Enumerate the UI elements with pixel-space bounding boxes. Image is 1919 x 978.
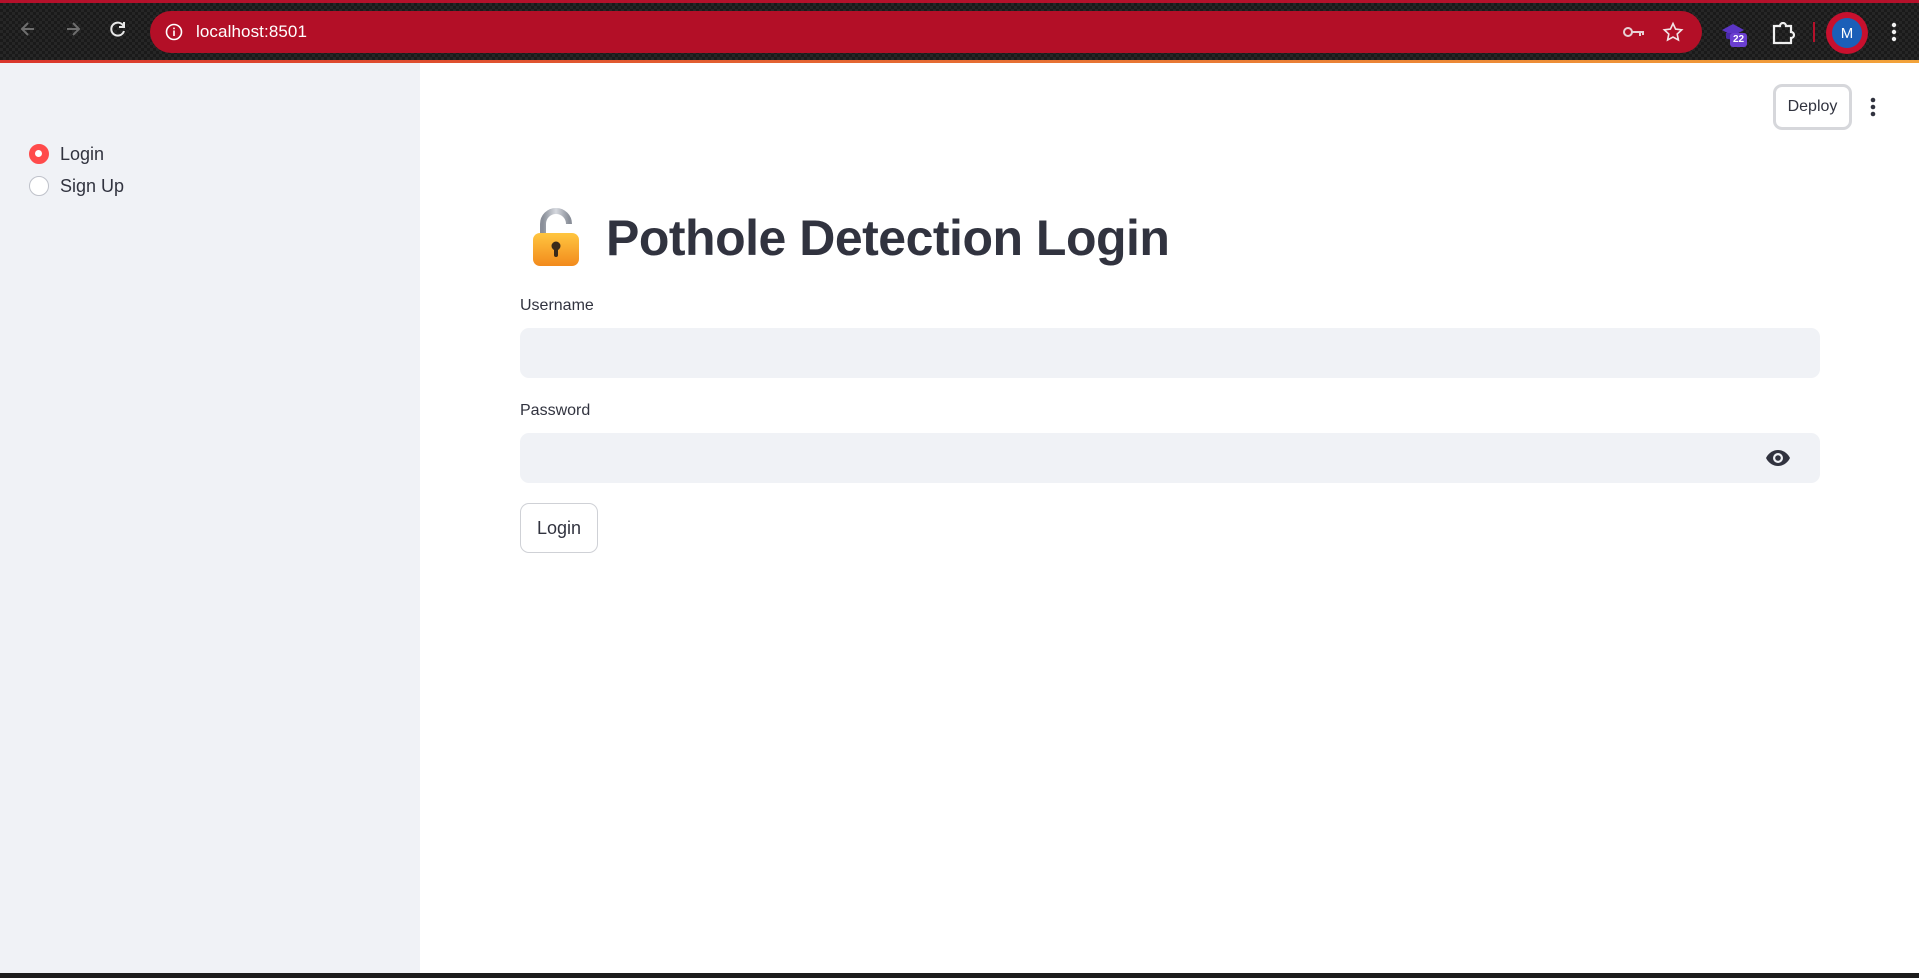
radio-button[interactable]: [29, 176, 49, 196]
username-input[interactable]: [520, 328, 1820, 378]
auth-mode-radio-group: Login Sign Up: [29, 138, 124, 202]
url-text[interactable]: localhost:8501: [196, 22, 307, 42]
address-bar[interactable]: localhost:8501: [150, 11, 1702, 53]
app-menu-icon[interactable]: [1862, 95, 1884, 119]
radio-label: Login: [60, 143, 105, 164]
toolbar-separator: [1813, 22, 1815, 42]
reload-icon: [110, 21, 125, 37]
password-input[interactable]: [520, 433, 1820, 483]
username-label: Username: [520, 297, 594, 314]
eye-icon[interactable]: [1765, 447, 1791, 469]
page-title: Pothole Detection Login: [606, 210, 1170, 266]
star-icon[interactable]: [1662, 21, 1684, 43]
radio-option-login[interactable]: Login: [29, 138, 124, 170]
main-content: [420, 63, 1919, 973]
back-button[interactable]: [13, 14, 43, 44]
browser-menu-icon[interactable]: [1884, 20, 1904, 44]
page-title-row: Pothole Detection Login: [530, 208, 1170, 268]
reload-button[interactable]: [103, 14, 133, 44]
forward-button[interactable]: [58, 14, 88, 44]
info-icon[interactable]: [164, 22, 184, 42]
login-button[interactable]: Login: [520, 503, 598, 553]
puzzle-icon[interactable]: [1768, 17, 1798, 47]
key-icon[interactable]: [1622, 22, 1646, 42]
profile-avatar[interactable]: M: [1826, 12, 1868, 54]
password-label: Password: [520, 402, 591, 419]
radio-option-sign-up[interactable]: Sign Up: [29, 170, 124, 202]
bottom-edge: [0, 973, 1919, 978]
profile-initial: M: [1832, 18, 1862, 48]
arrow-left-icon: [20, 22, 34, 36]
radio-button-checked[interactable]: [29, 144, 49, 164]
extension-badge: 22: [1730, 33, 1748, 47]
deploy-button[interactable]: Deploy: [1773, 84, 1852, 130]
arrow-right-icon: [67, 22, 81, 36]
radio-label: Sign Up: [60, 175, 125, 196]
lock-icon: [533, 208, 579, 266]
